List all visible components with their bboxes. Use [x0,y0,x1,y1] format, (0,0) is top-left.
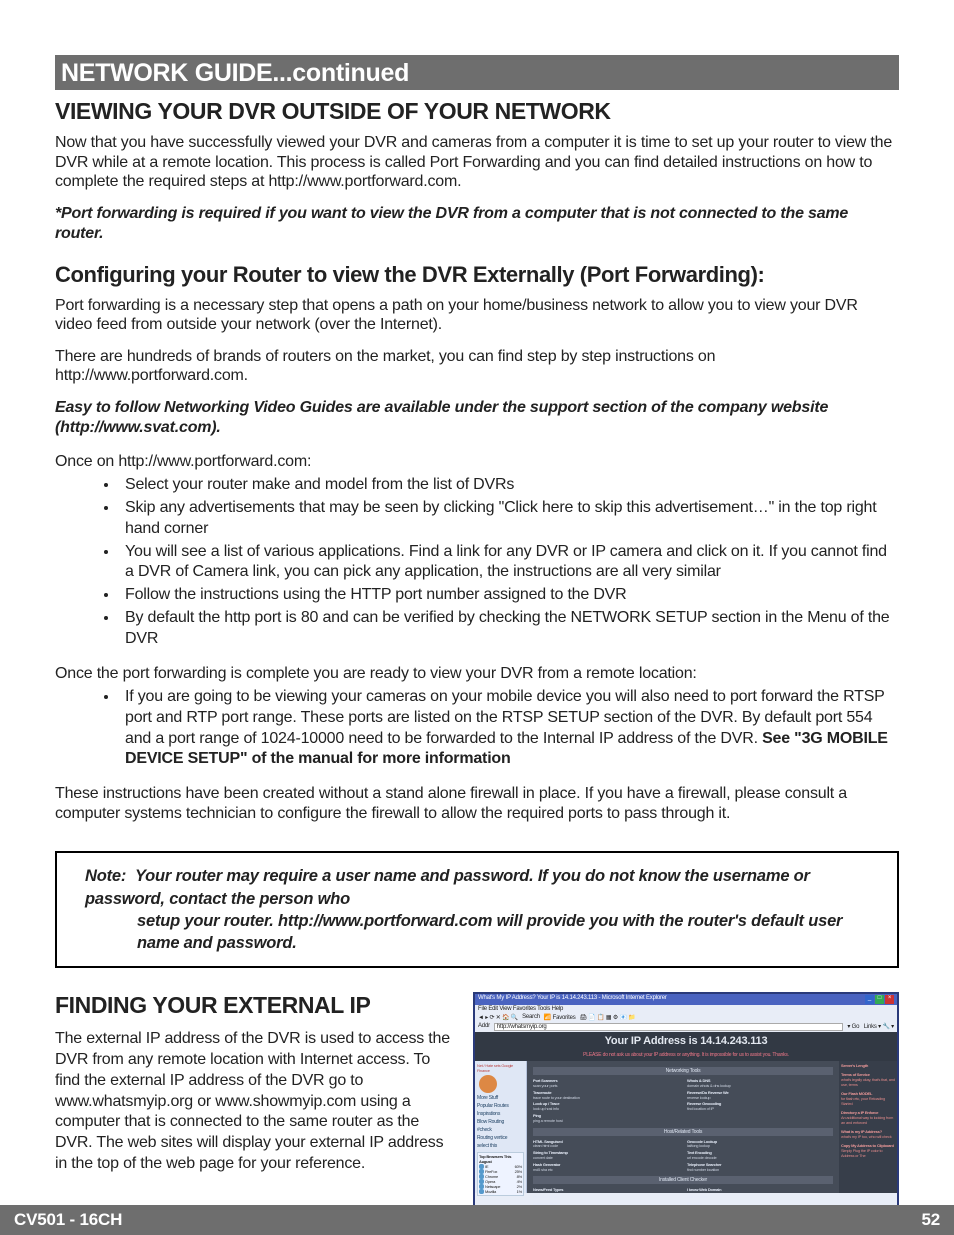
note-text: Note: Your router may require a user nam… [85,865,869,954]
header-bar: NETWORK GUIDE...continued [55,55,899,90]
firefox-icon [479,1075,497,1093]
para-finding-ip: The external IP address of the DVR is us… [55,1029,455,1175]
footer-page-number: 52 [921,1210,940,1230]
sidebar: Net / Hate sets Google Finance More Stuf… [475,1061,527,1193]
section-hosttools: Host/Related Tools [533,1128,833,1136]
list-item: Select your router make and model from t… [119,475,899,496]
para-once-on: Once on http://www.portforward.com: [55,452,899,472]
para-ready: Once the port forwarding is complete you… [55,664,899,684]
footer-bar: CV501 - 16CH 52 [0,1205,954,1235]
para-viewing: Now that you have successfully viewed yo… [55,133,899,192]
list-item: By default the http port is 80 and can b… [119,608,899,650]
note-box: Note: Your router may require a user nam… [55,851,899,968]
ip-address-banner: Your IP Address is 14.14.243.113 [475,1032,897,1050]
top-browsers-title: Top Browsers This August [479,1154,522,1164]
toolbar: ◄ ▸ ⟳ ✕ 🏠 🔍Search📶 Favorites🖨 📄 📋 ▦ ⚙ 📧 … [475,1013,897,1022]
list-item: If you are going to be viewing your came… [119,687,899,770]
ip-subnotice: PLEASE do not ask us about your IP addre… [475,1050,897,1061]
list-portforward-steps: Select your router make and model from t… [119,475,899,649]
window-title: What's My IP Address? Your IP is 14.14.2… [478,995,667,1004]
list-item: Skip any advertisements that may be seen… [119,498,899,540]
note-video-guides: Easy to follow Networking Video Guides a… [55,398,899,438]
list-item: Follow the instructions using the HTTP p… [119,585,899,606]
note-label: Note: [85,867,126,885]
address-bar-row: Addrhttp://whatsmyip.org▾ Go Links ▾ 🔧 ▾ [475,1022,897,1032]
section-nettools: Networking Tools [533,1067,833,1075]
menu-bar: File Edit View Favorites Tools Help [475,1005,897,1013]
browser-screenshot: What's My IP Address? Your IP is 14.14.2… [473,992,899,1224]
list-mobile-ports: If you are going to be viewing your came… [119,687,899,770]
section-browsercheck: Installed Client Checker [533,1176,833,1184]
para-conf2: There are hundreds of brands of routers … [55,347,899,386]
sidebar-head: Net / Hate sets Google Finance [477,1063,524,1073]
list-item: You will see a list of various applicati… [119,542,899,584]
para-conf1: Port forwarding is a necessary step that… [55,296,899,335]
window-titlebar: What's My IP Address? Your IP is 14.14.2… [475,994,897,1005]
para-firewall: These instructions have been created wit… [55,784,899,823]
note-portforward-required: *Port forwarding is required if you want… [55,204,899,244]
right-column: Server's LengthTerms of Servicewhat's le… [839,1061,897,1193]
heading-finding-ip: FINDING YOUR EXTERNAL IP [55,992,455,1019]
window-buttons: _□× [864,995,894,1004]
top-browsers-box: Top Browsers This August IE60%FireFox25%… [477,1152,524,1196]
main-content: Networking Tools Port Scannersscan your … [527,1061,839,1193]
footer-model: CV501 - 16CH [14,1210,122,1230]
heading-viewing: VIEWING YOUR DVR OUTSIDE OF YOUR NETWORK [55,98,899,125]
heading-configuring: Configuring your Router to view the DVR … [55,262,899,288]
address-bar: http://whatsmyip.org [494,1023,844,1031]
